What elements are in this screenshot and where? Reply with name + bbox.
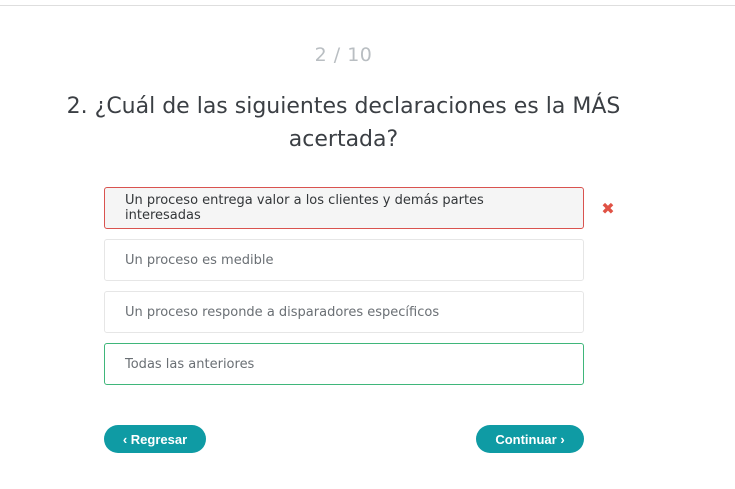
answer-options: Un proceso entrega valor a los clientes … [104, 187, 584, 395]
answer-option-label: Todas las anteriores [125, 356, 255, 372]
answer-option-3[interactable]: Un proceso responde a disparadores espec… [104, 291, 584, 333]
answer-option-4[interactable]: Todas las anteriores [104, 343, 584, 385]
question-progress: 2 / 10 [314, 44, 373, 66]
answer-option-label: Un proceso es medible [125, 252, 274, 268]
answer-option-label: Un proceso entrega valor a los clientes … [125, 193, 484, 223]
back-button[interactable]: ‹ Regresar [104, 425, 206, 453]
answer-option-1[interactable]: Un proceso entrega valor a los clientes … [104, 187, 584, 229]
answer-option-label: Un proceso responde a disparadores espec… [125, 304, 440, 320]
question-text: 2. ¿Cuál de las siguientes declaraciones… [66, 94, 621, 152]
answer-option-2[interactable]: Un proceso es medible [104, 239, 584, 281]
header-divider [0, 5, 735, 6]
continue-button[interactable]: Continuar › [476, 425, 584, 453]
incorrect-x-icon: ✖ [601, 199, 615, 218]
